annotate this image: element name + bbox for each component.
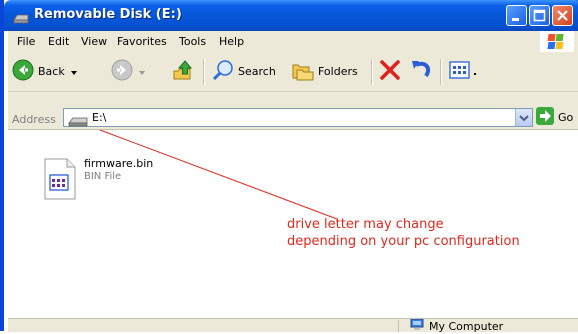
annotation-line-2: depending on your pc configuration xyxy=(287,234,520,249)
status-location-label: My Computer xyxy=(429,320,504,333)
status-divider xyxy=(398,320,399,332)
status-location: My Computer xyxy=(410,318,504,334)
status-bar: My Computer xyxy=(8,318,578,334)
annotation-callout-line xyxy=(99,129,338,220)
annotation-text: drive letter may change depending on you… xyxy=(287,216,520,250)
explorer-window: Removable Disk (E:) File Edit View Favor… xyxy=(0,0,578,334)
my-computer-icon xyxy=(410,318,424,334)
annotation-line-1: drive letter may change xyxy=(287,217,444,232)
